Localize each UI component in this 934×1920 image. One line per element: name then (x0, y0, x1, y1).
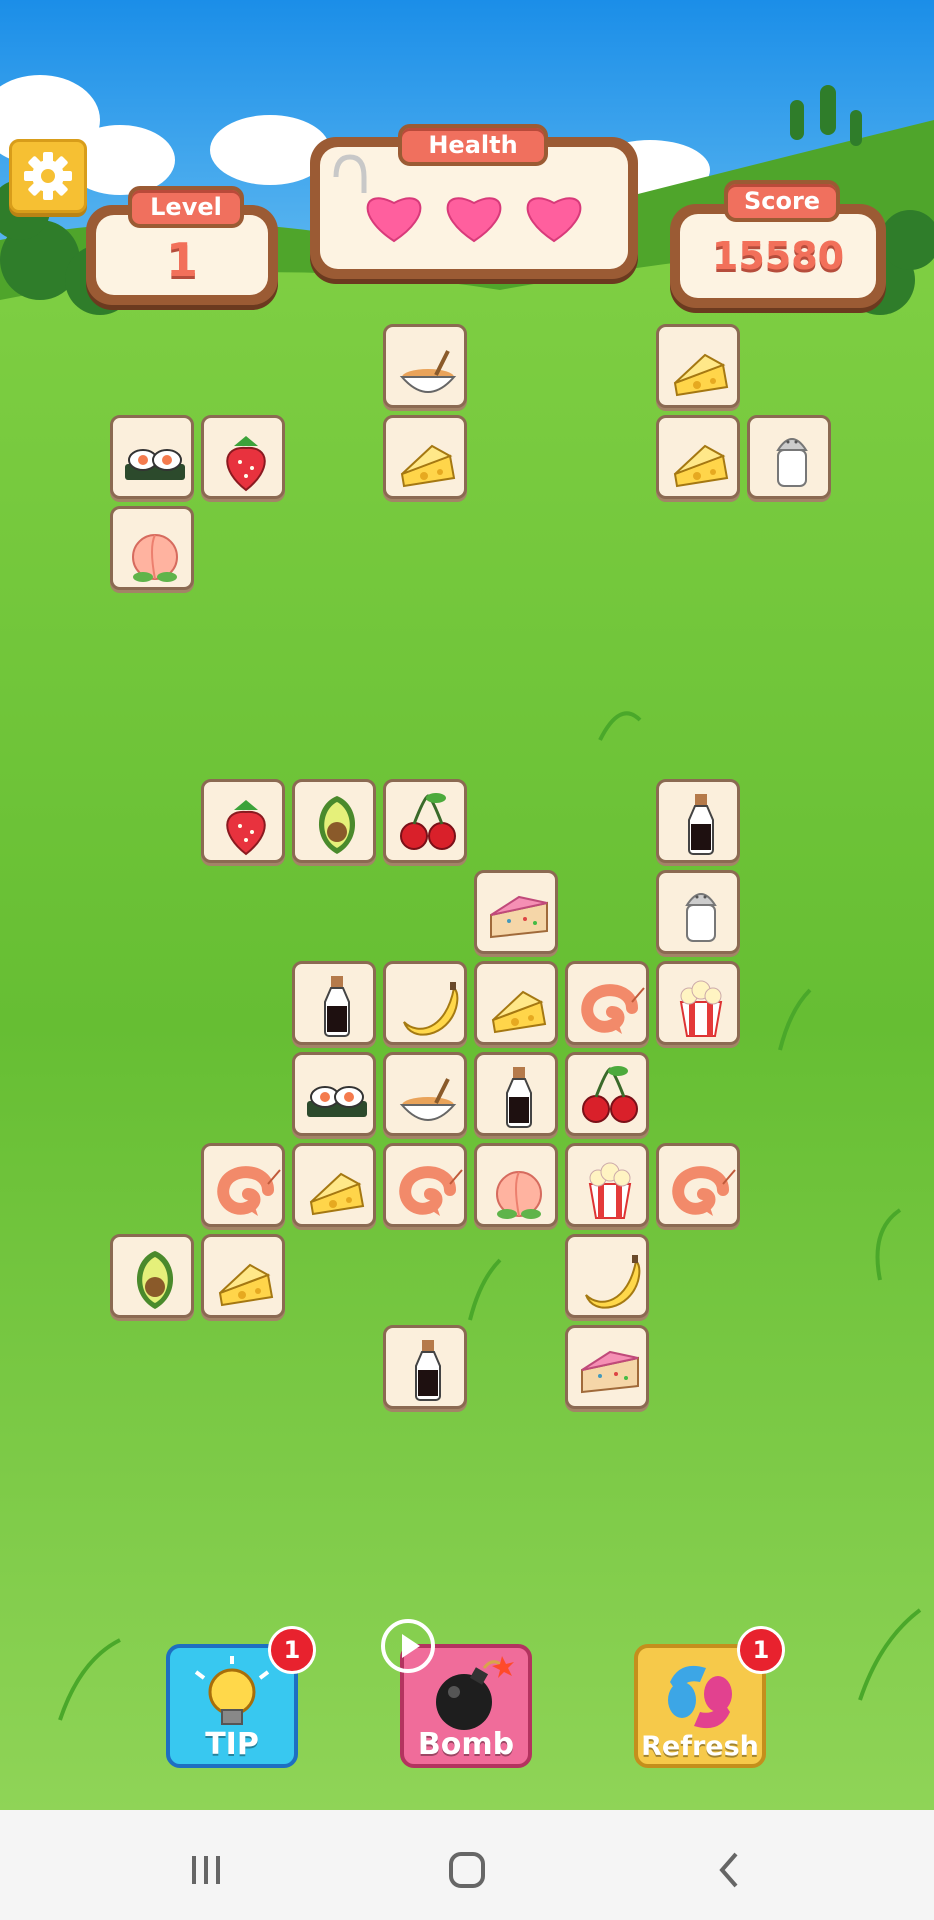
banana-icon (403, 982, 459, 1036)
heart-icon (446, 197, 502, 243)
shrimp-icon (672, 1166, 736, 1216)
level-label: Level (128, 186, 244, 228)
gear-icon (24, 152, 72, 200)
shrimp-icon (581, 984, 645, 1034)
tile-cake[interactable] (474, 870, 558, 954)
soy-sauce-icon (415, 1340, 441, 1401)
sushi-icon (125, 449, 185, 480)
peach-icon (496, 1171, 542, 1219)
refresh-label: Refresh (641, 1731, 759, 1762)
cheese-icon (400, 444, 456, 488)
strawberry-icon (226, 800, 266, 856)
health-label: Health (398, 124, 548, 166)
tile-avocado[interactable] (110, 1234, 194, 1318)
tip-count-badge: 1 (268, 1626, 316, 1674)
tile-popcorn[interactable] (565, 1143, 649, 1227)
cheese-icon (309, 1172, 365, 1216)
peach-icon (132, 534, 178, 582)
tile-shrimp[interactable] (201, 1143, 285, 1227)
soy-sauce-icon (324, 976, 350, 1037)
game-scene: 1 Level Health 15580 Score TIP 1 Bomb Re… (0, 0, 934, 1810)
salt-icon (685, 893, 717, 942)
tile-shrimp[interactable] (656, 1143, 740, 1227)
popcorn-icon (588, 1162, 632, 1219)
cheese-icon (218, 1263, 274, 1307)
home-icon[interactable] (437, 1840, 497, 1900)
shrimp-icon (399, 1166, 463, 1216)
tile-soup[interactable] (383, 1052, 467, 1136)
tile-cheese[interactable] (292, 1143, 376, 1227)
bomb-label: Bomb (417, 1727, 515, 1762)
cherry-icon (582, 1066, 638, 1123)
avocado-icon (136, 1251, 174, 1309)
score-label: Score (724, 180, 840, 222)
tile-sushi[interactable] (110, 415, 194, 499)
soup-icon (399, 350, 457, 393)
tile-cheese[interactable] (656, 324, 740, 408)
shrimp-icon (217, 1166, 281, 1216)
tile-avocado[interactable] (292, 779, 376, 863)
cheese-icon (673, 444, 729, 488)
tile-popcorn[interactable] (656, 961, 740, 1045)
cheese-icon (491, 990, 547, 1034)
heart-icon (526, 197, 582, 243)
cake-icon (581, 1350, 639, 1394)
tile-cheese[interactable] (201, 1234, 285, 1318)
cake-icon (490, 895, 548, 939)
tile-soup[interactable] (383, 324, 467, 408)
soup-icon (399, 1078, 457, 1121)
tile-salt[interactable] (656, 870, 740, 954)
system-nav-bar (0, 1810, 934, 1920)
tile-strawberry[interactable] (201, 779, 285, 863)
tile-shrimp[interactable] (383, 1143, 467, 1227)
tile-soy-sauce[interactable] (474, 1052, 558, 1136)
tile-peach[interactable] (110, 506, 194, 590)
cheese-icon (673, 353, 729, 397)
tile-cheese[interactable] (656, 415, 740, 499)
tile-cake[interactable] (565, 1325, 649, 1409)
tile-cheese[interactable] (474, 961, 558, 1045)
tile-cheese[interactable] (383, 415, 467, 499)
tile-strawberry[interactable] (201, 415, 285, 499)
soy-sauce-icon (688, 794, 714, 855)
heart-icon (366, 197, 422, 243)
popcorn-icon (679, 980, 723, 1037)
tile-soy-sauce[interactable] (656, 779, 740, 863)
sushi-icon (307, 1086, 367, 1117)
tile-banana[interactable] (383, 961, 467, 1045)
tile-sushi[interactable] (292, 1052, 376, 1136)
tile-peach[interactable] (474, 1143, 558, 1227)
paperclip-icon (333, 154, 367, 193)
level-value: 1 (165, 233, 198, 287)
banana-icon (585, 1255, 641, 1309)
tile-salt[interactable] (747, 415, 831, 499)
strawberry-icon (226, 436, 266, 492)
avocado-icon (318, 796, 356, 854)
salt-icon (776, 438, 808, 487)
score-value: 15580 (711, 234, 845, 278)
tip-label: TIP (205, 1727, 259, 1762)
play-video-icon[interactable] (378, 1616, 438, 1676)
recent-apps-icon[interactable] (176, 1840, 236, 1900)
tile-soy-sauce[interactable] (292, 961, 376, 1045)
cherry-icon (400, 793, 456, 850)
tile-cherry[interactable] (565, 1052, 649, 1136)
tile-shrimp[interactable] (565, 961, 649, 1045)
soy-sauce-icon (506, 1067, 532, 1128)
tile-banana[interactable] (565, 1234, 649, 1318)
tile-cherry[interactable] (383, 779, 467, 863)
settings-button[interactable] (9, 139, 87, 213)
back-icon[interactable] (700, 1840, 760, 1900)
tile-soy-sauce[interactable] (383, 1325, 467, 1409)
refresh-count-badge: 1 (737, 1626, 785, 1674)
